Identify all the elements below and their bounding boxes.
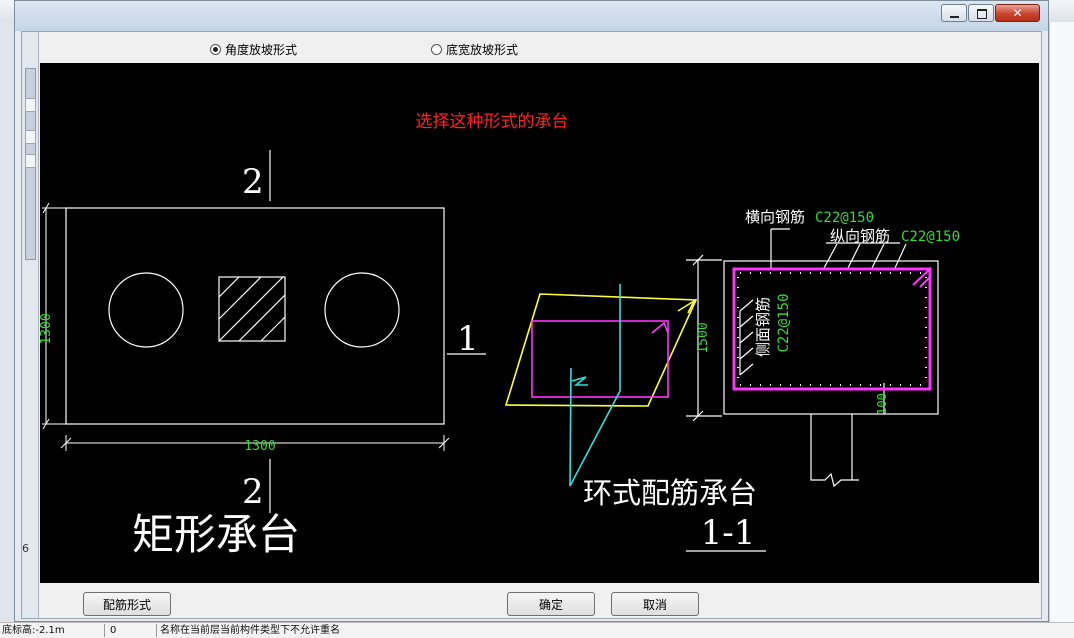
side-rebar-label: 侧面钢筋: [754, 297, 772, 357]
dialog-title-bar: ✕: [15, 1, 1048, 31]
longitudinal-rebar-spec: C22@150: [901, 229, 960, 245]
plan-dimensions: [42, 202, 450, 451]
radio-selected-icon: [210, 44, 221, 55]
sidebar-tab[interactable]: [25, 98, 36, 112]
drawing-prompt: 选择这种形式的承台: [416, 112, 569, 132]
embed-dim: 100: [875, 393, 889, 415]
sidebar-number: 6: [22, 542, 29, 555]
background-left-panel: [0, 22, 15, 622]
pile-cap-dialog: ✕ 6 角度放坡形式 底宽放坡形式 选择这种形式的承台 2 2 1 1300 1…: [14, 0, 1049, 622]
cad-drawing: 选择这种形式的承台 2 2 1 1300 1300 矩形承台 环式配筋承台 横向…: [40, 112, 960, 559]
side-rebar-spec: C22@150: [776, 293, 792, 352]
status-message: 名称在当前层当前构件类型下不允许重名: [160, 625, 340, 636]
close-button[interactable]: ✕: [995, 4, 1040, 22]
radio-bottom-width-slope-label: 底宽放坡形式: [446, 43, 519, 57]
preview-canvas[interactable]: 选择这种形式的承台 2 2 1 1300 1300 矩形承台 环式配筋承台 横向…: [40, 63, 1039, 583]
cap-outline: [65, 207, 445, 425]
status-code: 0: [110, 625, 117, 636]
plan-dim-horizontal: 1300: [244, 439, 275, 454]
plan-view: [65, 150, 486, 513]
transverse-rebar-label: 横向钢筋: [745, 208, 805, 226]
slope-form-options: 角度放坡形式 底宽放坡形式: [38, 37, 1041, 59]
ok-button[interactable]: 确定: [507, 592, 595, 616]
left-list-scrollbar[interactable]: 6: [22, 32, 39, 618]
rebar-form-button[interactable]: 配筋形式: [83, 592, 171, 616]
ring-caption: 环式配筋承台: [583, 476, 757, 510]
maximize-icon: [977, 9, 987, 19]
pile-circle-right: [324, 272, 400, 348]
pile-circle-left: [108, 272, 184, 348]
radio-bottom-width-slope[interactable]: 底宽放坡形式: [431, 41, 518, 58]
close-icon: ✕: [1012, 6, 1023, 20]
plan-caption: 矩形承台: [132, 510, 300, 559]
plan-dim-vertical: 1300: [40, 313, 54, 344]
dialog-client-area: 6 角度放坡形式 底宽放坡形式 选择这种形式的承台 2 2 1 1300 130…: [21, 31, 1042, 619]
section-title: 1-1: [701, 513, 756, 553]
radio-angle-slope-label: 角度放坡形式: [225, 43, 298, 57]
radio-unselected-icon: [431, 44, 442, 55]
background-right-panel: [1049, 22, 1074, 622]
sidebar-tab[interactable]: [25, 154, 36, 168]
cancel-button[interactable]: 取消: [611, 592, 699, 616]
minimize-icon: [950, 16, 959, 18]
section-height-dim: 1500: [696, 322, 711, 353]
sidebar-tab[interactable]: [25, 130, 36, 144]
transverse-rebar-spec: C22@150: [815, 210, 874, 226]
longitudinal-rebar-label: 纵向钢筋: [830, 227, 890, 245]
radio-angle-slope[interactable]: 角度放坡形式: [210, 41, 297, 58]
section-mark-bottom: 2: [242, 472, 264, 512]
section-mark-side: 1: [457, 319, 479, 359]
ring-cap-sketch: [504, 284, 698, 487]
status-bar: 底标高:-2.1m 0 名称在当前层当前构件类型下不允许重名: [0, 622, 1074, 638]
section-mark-top: 2: [242, 162, 264, 202]
ring-magenta-outline: [531, 320, 669, 398]
minimize-button[interactable]: [941, 4, 967, 22]
maximize-button[interactable]: [968, 4, 994, 22]
status-elevation: 底标高:-2.1m: [2, 625, 65, 636]
